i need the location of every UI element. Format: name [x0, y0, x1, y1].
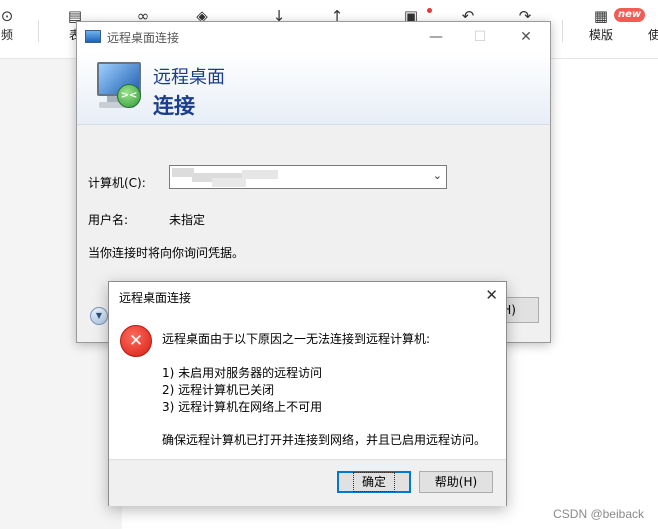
new-badge: new — [614, 8, 646, 22]
rdp-window-title: 远程桌面连接 — [107, 31, 180, 45]
show-options-icon[interactable]: ▼ — [90, 307, 108, 325]
error-reason-1: 1) 未启用对服务器的远程访问 — [162, 366, 323, 380]
close-icon[interactable]: ✕ — [485, 286, 498, 304]
toolbar-divider — [38, 20, 39, 42]
banner-title-line2: 连接 — [153, 94, 195, 118]
unsaved-dot — [427, 8, 432, 13]
toolbar-use-label: 使 — [647, 28, 658, 42]
error-dialog-title: 远程桌面连接 — [119, 291, 192, 305]
error-reason-2: 2) 远程计算机已关闭 — [162, 383, 275, 397]
error-hint: 确保远程计算机已打开并连接到网络，并且已启用远程访问。 — [162, 433, 487, 447]
maximize-button[interactable]: ☐ — [458, 22, 502, 52]
watermark: CSDN @beiback — [553, 507, 644, 521]
error-message: 远程桌面由于以下原因之一无法连接到远程计算机: — [162, 332, 431, 346]
ok-button[interactable]: 确定 — [337, 471, 411, 493]
redacted-computer-name — [172, 168, 288, 187]
computer-label: 计算机(C): — [88, 176, 146, 190]
error-dialog: 远程桌面连接 ✕ ✕ 远程桌面由于以下原因之一无法连接到远程计算机: 1) 未启… — [108, 281, 507, 506]
toolbar-divider — [562, 20, 563, 42]
username-label: 用户名: — [88, 213, 129, 227]
remote-desktop-icon: >< — [95, 60, 147, 116]
toolbar-template-label: 模版 — [588, 28, 613, 42]
close-button[interactable]: ✕ — [504, 22, 548, 52]
error-icon: ✕ — [120, 325, 152, 357]
rdp-titlebar[interactable]: 远程桌面连接 — ☐ ✕ — [77, 22, 550, 52]
banner-title-line1: 远程桌面 — [153, 67, 225, 88]
error-reason-3: 3) 远程计算机在网络上不可用 — [162, 400, 323, 414]
template-icon: ▦ — [593, 7, 609, 25]
chevron-down-icon[interactable]: ⌄ — [433, 169, 442, 182]
toolbar-video-label: 频 — [0, 28, 13, 42]
computer-combobox[interactable]: ⌄ — [169, 165, 447, 189]
use-icon — [644, 6, 658, 26]
help-button[interactable]: 帮助(H) — [419, 471, 493, 493]
toolbar-template[interactable]: ▦ 模版 — [586, 6, 616, 44]
ok-button-label: 确定 — [352, 472, 396, 492]
toolbar-use[interactable]: 使 — [644, 6, 658, 44]
error-dialog-footer: 确定 帮助(H) — [109, 459, 506, 506]
minimize-button[interactable]: — — [414, 22, 458, 52]
video-icon: ⊙ — [0, 7, 14, 25]
credentials-prompt: 当你连接时将向你询问凭据。 — [88, 246, 245, 260]
toolbar-video[interactable]: ⊙ 频 — [0, 6, 18, 44]
rdp-app-icon — [85, 30, 101, 43]
username-value: 未指定 — [169, 213, 206, 227]
rdp-banner: >< 远程桌面 连接 — [77, 52, 550, 125]
